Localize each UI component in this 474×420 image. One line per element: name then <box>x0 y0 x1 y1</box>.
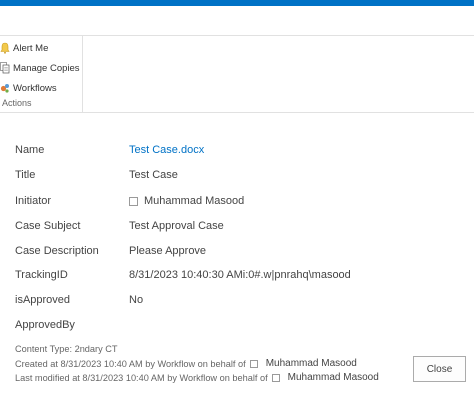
presence-icon <box>129 196 138 206</box>
field-label: Case Description <box>15 245 99 257</box>
field-value: 8/31/2023 10:40:30 AMi:0#.w|pnrahq\masoo… <box>129 269 351 281</box>
ribbon: Alert Me Manage Copies Workflows Actions <box>0 36 474 113</box>
field-value: Test Approval Case <box>129 220 224 232</box>
ribbon-tabs-strip <box>0 6 474 36</box>
workflow-icon <box>0 82 10 94</box>
ribbon-group-actions: Alert Me Manage Copies Workflows Actions <box>0 36 83 112</box>
modified-info: Last modified at 8/31/2023 10:40 AM by W… <box>15 372 379 383</box>
workflows-button[interactable]: Workflows <box>0 79 57 97</box>
bell-icon <box>0 42 10 54</box>
created-by-name[interactable]: Muhammad Masood <box>266 358 357 369</box>
alert-me-label: Alert Me <box>13 42 49 54</box>
workflows-label: Workflows <box>13 82 57 94</box>
created-text: Created at 8/31/2023 10:40 AM by Workflo… <box>15 358 246 369</box>
field-label: ApprovedBy <box>15 319 75 331</box>
modified-by-name[interactable]: Muhammad Masood <box>288 372 379 383</box>
created-info: Created at 8/31/2023 10:40 AM by Workflo… <box>15 358 357 369</box>
field-label: Case Subject <box>15 220 81 232</box>
manage-copies-button[interactable]: Manage Copies <box>0 59 80 77</box>
field-label: Initiator <box>15 195 52 207</box>
field-label: Title <box>15 169 36 181</box>
actions-group-label: Actions <box>2 98 32 108</box>
copies-icon <box>0 62 10 74</box>
field-value: No <box>129 294 144 306</box>
field-label: isApproved <box>15 294 71 306</box>
modified-text: Last modified at 8/31/2023 10:40 AM by W… <box>15 372 268 383</box>
initiator-name[interactable]: Muhammad Masood <box>144 195 244 207</box>
presence-icon <box>271 373 280 382</box>
field-value: Test Case.docx <box>129 144 204 156</box>
presence-icon <box>249 359 258 368</box>
field-label: Name <box>15 144 45 156</box>
alert-me-button[interactable]: Alert Me <box>0 39 48 57</box>
field-value: Muhammad Masood <box>129 195 244 207</box>
close-button[interactable]: Close <box>413 356 466 382</box>
content-type-text: Content Type: 2ndary CT <box>15 344 117 354</box>
document-name-link[interactable]: Test Case.docx <box>129 144 204 156</box>
field-value: Test Case <box>129 169 178 181</box>
content-type-label: Content Type: 2ndary CT <box>15 344 118 354</box>
field-label: TrackingID <box>15 269 68 281</box>
manage-copies-label: Manage Copies <box>13 62 80 74</box>
field-value: Please Approve <box>129 245 207 257</box>
